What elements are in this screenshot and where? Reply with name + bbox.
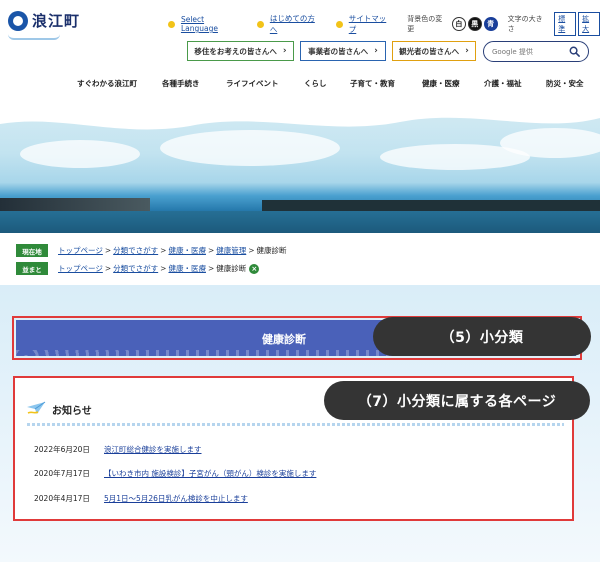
chevron-right-icon: › [282,46,287,56]
font-size-standard-button[interactable]: 標準 [554,12,577,36]
news-link[interactable]: 5月1日～5月26日乳がん検診を中止します [104,493,248,504]
town-emblem-icon [8,10,28,31]
breadcrumb-separator: > [104,264,112,273]
news-date: 2022年6月20日 [34,445,90,454]
news-divider [27,423,564,426]
select-language-link[interactable]: Select Language [168,15,243,33]
select-language-label[interactable]: Select Language [181,15,243,33]
sitemap-label[interactable]: サイトマップ [349,13,394,35]
sitemap-link[interactable]: サイトマップ [335,13,394,35]
bullet-dot-icon [335,20,343,28]
audience-migration-button[interactable]: 移住をお考えの皆さんへ › [187,41,294,61]
gnav-childcare[interactable]: 子育て・教育 [350,78,395,89]
breadcrumb-alt: 並まと トップページ > 分類でさがす > 健康・医療 > 健康診断 × [16,262,260,275]
gnav-safety[interactable]: 防災・安全 [546,78,584,89]
site-header: 浪江町 Select Language はじめての方へ サイトマップ 背景色の変… [0,0,600,100]
close-icon[interactable]: × [249,263,260,274]
breadcrumb-link[interactable]: トップページ [58,245,103,256]
gnav-living[interactable]: くらし [304,78,327,89]
site-search [483,41,589,62]
logo-wave-decoration [8,34,60,40]
breadcrumb-link[interactable]: 分類でさがす [113,263,158,274]
news-item: 2020年7月17日 【いわき市内 施設検診】子宮がん（頸がん）検診を実施します [34,468,316,479]
chevron-right-icon: › [374,46,378,56]
gnav-procedures[interactable]: 各種手続き [162,78,200,89]
breadcrumb-separator: > [207,246,215,255]
hero-image [0,100,600,233]
breadcrumb-separator: > [104,246,112,255]
chevron-right-icon: › [465,46,469,56]
bullet-dot-icon [256,20,264,28]
bg-blue-button[interactable]: 青 [483,17,498,31]
news-heading: お知らせ [52,406,92,417]
cloud-decoration [20,140,140,168]
breadcrumb-tag: 並まと [16,262,48,275]
breadcrumb-link[interactable]: 分類でさがす [113,245,158,256]
breadcrumb-current: 健康診断 [216,264,247,273]
site-logo-text: 浪江町 [32,12,81,30]
annotation-callout-subcategory: （5）小分類 [373,317,591,356]
breadcrumb-tag: 現在地 [16,244,48,257]
annotation-callout-pages: （7）小分類に属する各ページ [324,381,590,420]
bg-white-button[interactable]: 白 [451,17,466,31]
first-time-link[interactable]: はじめての方へ [256,13,322,35]
gnav-welfare[interactable]: 介護・福祉 [484,78,522,89]
breadcrumb-link[interactable]: 健康・医療 [168,263,206,274]
font-size-label: 文字の大きさ [507,15,543,33]
audience-business-button[interactable]: 事業者の皆さんへ › [300,41,386,61]
audience-business-label: 事業者の皆さんへ [308,46,369,56]
breadcrumb-link[interactable]: トップページ [58,263,103,274]
hero-sea [0,211,600,233]
search-icon[interactable] [569,46,580,57]
breadcrumb: 現在地 トップページ > 分類でさがす > 健康・医療 > 健康管理 > 健康診断 [16,244,287,257]
news-date: 2020年4月17日 [34,494,90,503]
breadcrumb-current: 健康診断 [256,246,287,255]
first-time-label[interactable]: はじめての方へ [270,13,322,35]
font-size-large-button[interactable]: 拡大 [578,12,600,36]
global-nav: すぐわかる浪江町 各種手続き ライフイベント くらし 子育て・教育 健康・医療 … [0,78,600,92]
breadcrumb-separator: > [207,264,215,273]
news-date: 2020年7月17日 [34,469,90,478]
breadcrumb-link[interactable]: 健康管理 [216,245,246,256]
breadcrumb-separator: > [160,246,167,255]
audience-tourist-button[interactable]: 観光者の皆さんへ › [392,41,476,61]
site-logo[interactable]: 浪江町 [8,10,80,31]
news-link[interactable]: 浪江町総合健診を実施します [104,444,202,455]
gnav-life-events[interactable]: ライフイベント [226,78,279,89]
news-item: 2020年4月17日 5月1日～5月26日乳がん検診を中止します [34,493,248,504]
gnav-about[interactable]: すぐわかる浪江町 [77,78,137,89]
bg-black-button[interactable]: 黒 [467,17,482,31]
bg-color-label: 背景色の変更 [407,15,443,33]
paper-plane-icon [27,401,46,414]
audience-migration-label: 移住をお考えの皆さんへ [194,46,277,56]
breadcrumb-separator: > [248,246,255,255]
bullet-dot-icon [168,20,175,28]
news-link[interactable]: 【いわき市内 施設検診】子宮がん（頸がん）検診を実施します [104,468,316,479]
breadcrumb-separator: > [160,264,167,273]
audience-tourist-label: 観光者の皆さんへ [399,46,460,56]
breadcrumb-link[interactable]: 健康・医療 [168,245,206,256]
gnav-health[interactable]: 健康・医療 [422,78,460,89]
search-input[interactable] [492,47,566,56]
news-item: 2022年6月20日 浪江町総合健診を実施します [34,444,202,455]
utility-links: Select Language はじめての方へ サイトマップ 背景色の変更 白 … [168,12,600,36]
hero-wave-decoration [0,100,600,130]
